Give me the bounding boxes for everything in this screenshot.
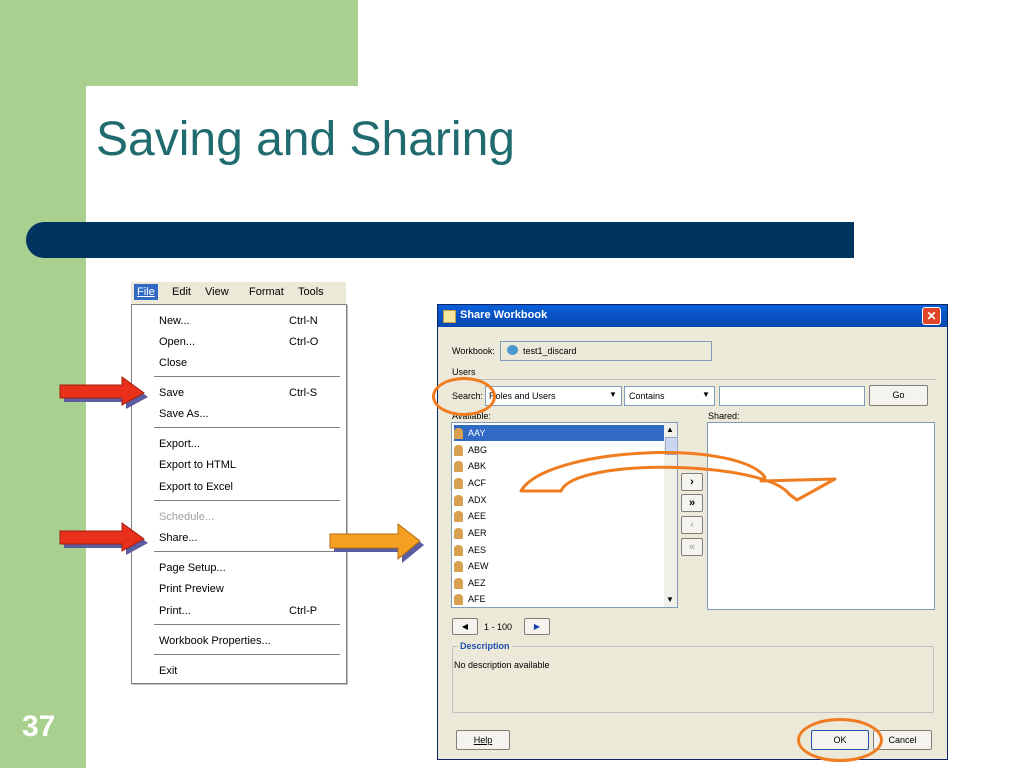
users-section-label: Users [452,367,476,377]
user-icon [454,528,463,540]
page-prev-button[interactable]: ◀ [452,618,478,635]
scroll-up-icon[interactable]: ▲ [666,425,674,434]
user-icon [454,511,463,523]
user-icon [454,545,463,557]
menu-separator [154,376,340,377]
menu-item-exit[interactable]: Exit [159,665,177,677]
menu-item-open[interactable]: Open... [159,336,195,348]
scroll-down-icon[interactable]: ▼ [666,595,674,604]
description-title: Description [458,641,512,651]
menu-item-export-excel[interactable]: Export to Excel [159,481,233,493]
user-icon [454,578,463,590]
menu-item-workbook-properties[interactable]: Workbook Properties... [159,635,271,647]
red-arrow-save [59,376,148,409]
ok-highlight-ellipse [797,718,883,762]
menu-separator [154,551,340,552]
red-arrow-share [59,522,148,555]
transfer-curved-arrow [519,451,837,502]
description-group [452,646,934,713]
menu-edit[interactable]: Edit [172,286,191,298]
search-operator-select[interactable]: Contains ▼ [624,386,715,406]
move-left-button: ‹ [681,516,703,534]
menu-tools[interactable]: Tools [298,286,324,298]
list-item[interactable]: AAY [454,425,664,441]
menu-separator [154,654,340,655]
menu-item-export[interactable]: Export... [159,438,200,450]
list-item[interactable]: AEZ [454,575,664,591]
search-scope-select[interactable]: Roles and Users ▼ [485,386,622,406]
menu-item-schedule: Schedule... [159,511,215,523]
section-divider [452,379,936,380]
menu-separator [154,624,340,625]
menu-format[interactable]: Format [249,286,284,298]
share-workbook-dialog: Share Workbook ✕ Workbook: test1_discard… [437,304,948,760]
menu-item-print-preview[interactable]: Print Preview [159,583,224,595]
search-input[interactable] [719,386,865,406]
description-text: No description available [454,660,550,670]
title-underline-bar [26,222,854,258]
shortcut-open: Ctrl-O [289,336,319,348]
shortcut-print: Ctrl-P [289,605,318,617]
workbook-field: test1_discard [500,341,712,361]
slide-title: Saving and Sharing [96,113,515,166]
menu-item-close[interactable]: Close [159,357,187,369]
list-item[interactable]: AES [454,542,664,558]
user-icon [454,461,463,473]
user-icon [454,428,463,440]
chevron-down-icon: ▼ [702,390,710,399]
page-next-button[interactable]: ▶ [524,618,550,635]
help-button[interactable]: Help [456,730,510,750]
menu-file[interactable]: File [134,284,158,300]
menu-item-page-setup[interactable]: Page Setup... [159,562,226,574]
dialog-titlebar: Share Workbook ✕ [438,305,947,327]
list-item[interactable]: AEE [454,508,664,524]
user-icon [454,495,463,507]
search-highlight-ellipse [432,377,496,416]
green-header-block [0,0,358,86]
menu-view[interactable]: View [205,286,229,298]
chevron-down-icon: ▼ [609,390,617,399]
orange-arrow [329,522,424,563]
dialog-title: Share Workbook [460,309,548,321]
menu-item-save-as[interactable]: Save As... [159,408,209,420]
menu-item-share[interactable]: Share... [159,532,198,544]
list-item[interactable]: AFE [454,591,664,607]
workbook-value: test1_discard [523,346,577,356]
menu-bar: File Edit View Format Tools [131,282,346,305]
user-icon [454,445,463,457]
workbook-label: Workbook: [452,346,495,356]
move-all-left-button: « [681,538,703,556]
user-icon [454,561,463,573]
slide-number: 37 [22,710,56,743]
go-button[interactable]: Go [869,385,928,406]
page-range: 1 - 100 [484,622,513,632]
file-menu: New... Ctrl-N Open... Ctrl-O Close Save … [131,304,347,684]
workbook-icon [507,345,518,355]
close-icon[interactable]: ✕ [922,307,941,325]
menu-separator [154,500,340,501]
list-item[interactable]: AEW [454,558,664,574]
list-item[interactable]: AER [454,525,664,541]
user-icon [454,478,463,490]
menu-item-export-html[interactable]: Export to HTML [159,459,236,471]
workbook-icon [443,310,456,323]
shortcut-save: Ctrl-S [289,387,318,399]
menu-item-save[interactable]: Save [159,387,184,399]
menu-separator [154,427,340,428]
menu-item-new[interactable]: New... [159,315,190,327]
menu-item-print[interactable]: Print... [159,605,191,617]
shared-label: Shared: [708,411,740,421]
user-icon [454,594,463,606]
shortcut-new: Ctrl-N [289,315,318,327]
